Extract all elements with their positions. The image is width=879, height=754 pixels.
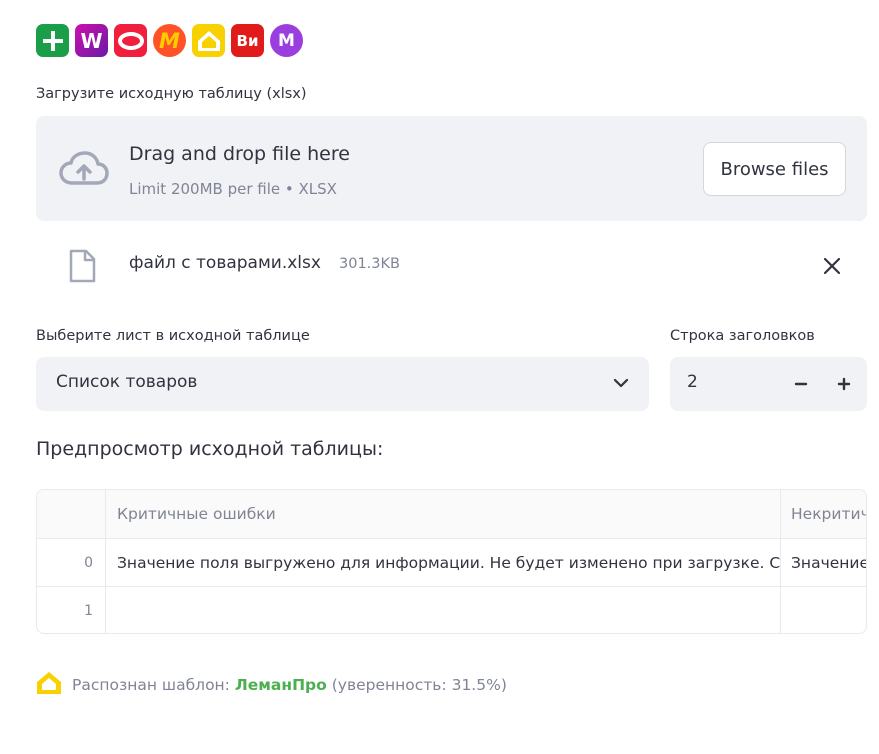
table-cell[interactable]: Значение (781, 539, 866, 586)
megamarket-logo-icon: M (270, 24, 303, 57)
uploaded-file-name: файл с товарами.xlsx (129, 253, 321, 273)
sheet-select-label: Выберите лист в исходной таблице (36, 328, 310, 344)
sheet-select-value: Список товаров (56, 372, 198, 392)
ozon-logo-icon (114, 24, 147, 57)
index-header (37, 490, 106, 538)
vseinstrumenti-logo-icon: Ви (231, 24, 264, 57)
file-dropzone[interactable]: Drag and drop file here Limit 200MB per … (36, 116, 867, 221)
lemanpro-logo-icon (192, 24, 225, 57)
column-header[interactable]: Некритичные ошибки (781, 490, 866, 538)
row-index: 0 (37, 539, 106, 586)
browse-files-button[interactable]: Browse files (703, 142, 846, 196)
dropzone-title: Drag and drop file here (129, 143, 350, 165)
lemanpro-icon (36, 671, 62, 699)
header-row-label: Строка заголовков (670, 328, 815, 344)
increment-button[interactable] (831, 371, 857, 397)
table-cell[interactable] (106, 587, 781, 633)
marketplace-logos: W M Ви M (36, 24, 303, 57)
plus-logo-icon (36, 24, 69, 57)
table-header-row: Критичные ошибки Некритичные ошибки (37, 490, 866, 539)
confidence-text: (уверенность: 31.5%) (331, 676, 507, 694)
status-prefix: Распознан шаблон: (72, 676, 230, 694)
column-header[interactable]: Критичные ошибки (106, 490, 781, 538)
remove-file-close-icon[interactable] (820, 254, 844, 278)
yandex-market-logo-icon: M (153, 24, 186, 57)
table-row: 1 (37, 587, 866, 633)
sheet-select[interactable]: Список товаров (36, 357, 649, 411)
file-icon (68, 249, 96, 287)
preview-heading: Предпросмотр исходной таблицы: (36, 438, 384, 460)
table-cell[interactable] (781, 587, 866, 633)
header-row-value[interactable]: 2 (687, 372, 698, 392)
wildberries-logo-icon: W (75, 24, 108, 57)
table-row: 0 Значение поля выгружено для информации… (37, 539, 866, 587)
row-index: 1 (37, 587, 106, 633)
template-detection-status: Распознан шаблон: ЛеманПро (уверенность:… (36, 671, 507, 699)
uploader-label: Загрузите исходную таблицу (xlsx) (36, 86, 307, 102)
preview-table[interactable]: Критичные ошибки Некритичные ошибки 0 Зн… (36, 489, 867, 634)
template-name: ЛеманПро (234, 676, 327, 694)
chevron-down-icon (613, 375, 629, 395)
uploaded-file-size: 301.3KB (339, 256, 400, 272)
decrement-button[interactable] (788, 371, 814, 397)
header-row-stepper[interactable]: 2 (670, 357, 867, 411)
dropzone-limit: Limit 200MB per file • XLSX (129, 180, 337, 198)
cloud-upload-icon (58, 150, 110, 190)
table-cell[interactable]: Значение поля выгружено для информации. … (106, 539, 781, 586)
